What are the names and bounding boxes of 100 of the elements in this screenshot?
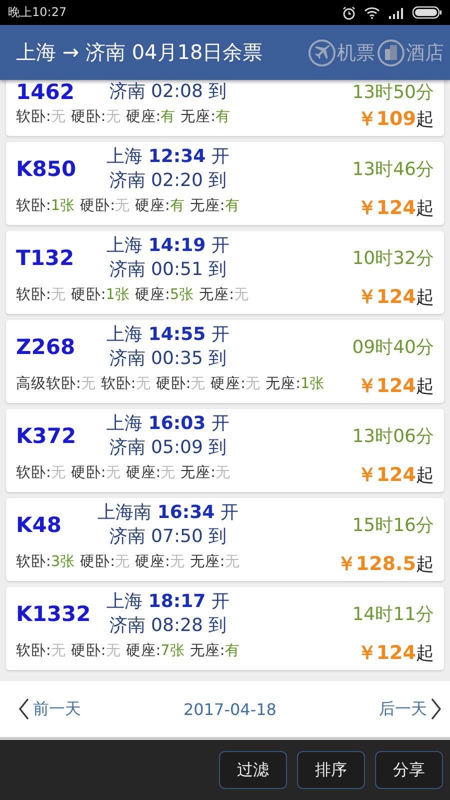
ticket-price: ￥124 (357, 641, 416, 666)
seat-type: 无座: (190, 554, 225, 570)
seat-availability: 1张 (50, 198, 76, 214)
train-card[interactable]: K48 上海南 16:34 开 济南 07:50 到 15时16分 软卧:3张 硬卧:无 硬座:无 无座:无 ￥128.5起 (6, 498, 444, 581)
clock-time: 晚上10:27 (8, 4, 67, 21)
train-number: K1332 (16, 602, 88, 626)
train-number: K372 (16, 424, 78, 448)
seat-type: 无座: (266, 376, 300, 392)
seat-availability: 1张 (300, 376, 325, 392)
departure-time: 上海 16:03 开 (106, 412, 230, 436)
seat-availability: 无 (224, 554, 240, 570)
seat-type: 硬卧: (70, 109, 106, 125)
seat-type: 硬卧: (156, 376, 191, 392)
travel-duration: 13时50分 (352, 81, 434, 104)
seat-type: 软卧: (100, 376, 136, 392)
ticket-price: ￥124 (357, 374, 416, 399)
arrival-time: 济南 00:35 到 (109, 347, 227, 371)
seat-availability: 无 (50, 287, 66, 303)
departure-time: 上海 18:17 开 (106, 590, 230, 614)
seat-availability: 1张 (106, 287, 130, 303)
seat-type: 硬座: (135, 198, 170, 214)
seat-availability: 无 (190, 376, 206, 392)
seat-type: 硬座: (135, 554, 170, 570)
travel-duration: 15时16分 (352, 514, 434, 537)
seat-type: 软卧: (16, 287, 51, 303)
train-number: T132 (16, 246, 76, 270)
seat-type: 硬座: (126, 109, 161, 125)
seat-availability: 有 (160, 109, 176, 125)
seat-availability: 无 (50, 109, 66, 125)
train-card[interactable]: 1462 济南 02:08 到 13时50分 软卧:无 硬卧:无 硬座:有 无座:有 ￥109起 (6, 80, 444, 136)
seat-type: 硬座: (210, 376, 246, 392)
seat-type: 无座: (199, 287, 234, 303)
price-suffix: 起 (416, 464, 434, 487)
price-suffix: 起 (416, 286, 434, 309)
train-card[interactable]: K372 上海 16:03 开 济南 05:09 到 13时06分 软卧:无 硬卧:无 硬座:无 无座:无 ￥124起 (6, 409, 444, 492)
seat-availability: 无 (216, 465, 231, 481)
seat-type: 硬座: (135, 287, 170, 303)
seat-type: 硬卧: (70, 643, 106, 659)
train-card[interactable]: Z268 上海 14:55 开 济南 00:35 到 09时40分 高级软卧:无 软卧:无 硬卧:无 硬座:无 无座:1张 ￥124起 (6, 320, 444, 403)
departure-time: 上海 14:55 开 (106, 323, 230, 347)
train-number: Z268 (16, 335, 76, 359)
train-card[interactable]: K850 上海 12:34 开 济南 02:20 到 13时46分 软卧:1张 硬卧:无 硬座:有 无座:有 ￥124起 (6, 142, 444, 225)
price-suffix: 起 (416, 108, 434, 131)
departure-time: 上海南 16:34 开 (98, 501, 238, 525)
arrival-time: 济南 07:50 到 (109, 525, 227, 549)
seat-availability: 3张 (50, 554, 76, 570)
train-card[interactable]: T132 上海 14:19 开 济南 00:51 到 10时32分 软卧:无 硬卧:1张 硬座:5张 无座:无 ￥124起 (6, 231, 444, 314)
next-day-link[interactable]: 后一天 (378, 698, 442, 720)
previous-day-link[interactable]: 前一天 (18, 698, 81, 720)
seat-type: 硬卧: (80, 198, 116, 214)
ticket-price: ￥109 (357, 107, 416, 132)
seat-type: 软卧: (16, 643, 51, 659)
train-number: K850 (16, 157, 78, 181)
seat-type: 软卧: (16, 465, 51, 481)
ticket-price: ￥124 (357, 285, 416, 310)
arrival-time: 济南 00:51 到 (109, 258, 227, 282)
seat-availability: 无 (50, 465, 66, 481)
toolbar-button[interactable]: 排序 (297, 751, 365, 789)
route-title: 上海 → 济南 04月18日余票 (16, 39, 263, 66)
seat-type: 硬座: (126, 643, 161, 659)
seat-availability: 无 (106, 109, 121, 125)
seat-type: 无座: (180, 109, 216, 125)
seat-availability: 有 (224, 198, 240, 214)
departure-time: 上海 12:34 开 (106, 145, 230, 169)
seat-type: 高级软卧: (16, 376, 81, 392)
train-card[interactable]: K1332 上海 18:17 开 济南 08:28 到 14时11分 软卧:无 硬卧:无 硬座:7张 无座:有 ￥124起 (6, 587, 444, 670)
seat-type: 无座: (180, 465, 216, 481)
seat-type: 无座: (190, 643, 225, 659)
arrival-time: 济南 05:09 到 (109, 436, 227, 460)
seat-availability: 无 (50, 643, 66, 659)
seat-type: 软卧: (16, 109, 51, 125)
seat-type: 硬卧: (70, 287, 106, 303)
seat-availability: 无 (234, 287, 250, 303)
toolbar-button[interactable]: 分享 (375, 751, 443, 789)
seat-availability: 5张 (170, 287, 194, 303)
train-number: 1462 (16, 80, 76, 104)
seat-availability: 无 (160, 465, 176, 481)
arrival-time: 济南 08:28 到 (109, 614, 227, 638)
seat-availability: 有 (170, 198, 185, 214)
seat-availability: 无 (115, 554, 130, 570)
departure-time: 上海 14:19 开 (106, 234, 230, 258)
seat-availability: 无 (80, 376, 96, 392)
seat-availability: 无 (106, 465, 121, 481)
travel-duration: 13时46分 (352, 158, 434, 181)
toolbar-button[interactable]: 过滤 (219, 751, 287, 789)
seat-availability: 无 (136, 376, 151, 392)
price-suffix: 起 (416, 553, 434, 576)
seat-availability: 有 (216, 109, 231, 125)
arrival-time: 济南 02:08 到 (109, 80, 227, 104)
seat-availability: 无 (246, 376, 261, 392)
travel-duration: 10时32分 (352, 247, 434, 270)
train-number: K48 (16, 513, 62, 537)
price-suffix: 起 (416, 642, 434, 665)
travel-duration: 13时06分 (352, 425, 434, 448)
ticket-price: ￥124 (357, 196, 416, 221)
seat-type: 硬卧: (80, 554, 116, 570)
seat-availability: 无 (115, 198, 130, 214)
current-date: 2017-04-18 (184, 700, 276, 718)
seat-type: 软卧: (16, 554, 51, 570)
seat-availability: 无 (170, 554, 185, 570)
